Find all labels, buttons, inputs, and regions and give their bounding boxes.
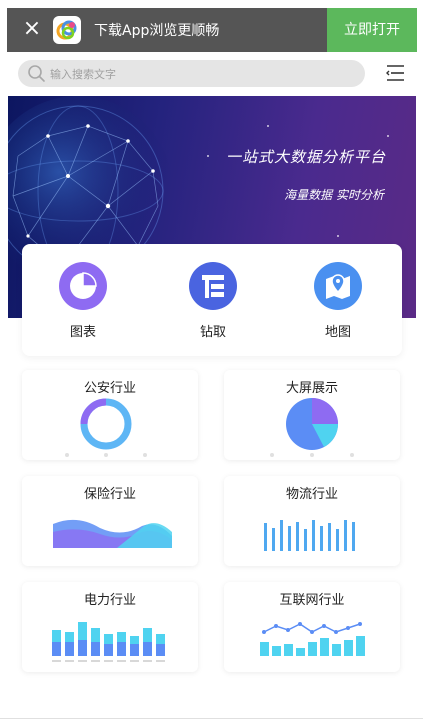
map-pin-icon bbox=[314, 262, 362, 310]
industry-card-power[interactable]: 电力行业 bbox=[22, 582, 198, 672]
app-logo-icon bbox=[53, 16, 81, 44]
industry-card-big-screen[interactable]: 大屏展示 bbox=[224, 370, 400, 460]
feature-chart[interactable]: 图表 bbox=[38, 262, 128, 340]
drill-icon bbox=[189, 262, 237, 310]
industry-card-insurance[interactable]: 保险行业 bbox=[22, 476, 198, 566]
banner-headline: 一站式大数据分析平台 bbox=[225, 148, 386, 166]
pie-chart-icon bbox=[59, 262, 107, 310]
pie-chart-preview bbox=[270, 398, 354, 457]
bar-chart-preview bbox=[264, 520, 355, 551]
bottom-divider bbox=[0, 718, 423, 719]
area-chart-preview bbox=[53, 519, 172, 548]
industry-card-internet[interactable]: 互联网行业 bbox=[224, 582, 400, 672]
open-app-button[interactable]: 立即打开 bbox=[327, 8, 417, 52]
download-app-banner: × 下载App浏览更顺畅 立即打开 bbox=[7, 8, 417, 52]
feature-shortcuts: 图表 钻取 地图 bbox=[22, 244, 402, 356]
industry-card-public-security[interactable]: 公安行业 bbox=[22, 370, 198, 460]
bar-line-chart-preview bbox=[260, 622, 365, 656]
feature-map-label: 地图 bbox=[324, 325, 351, 340]
feature-map[interactable]: 地图 bbox=[293, 262, 383, 340]
menu-icon[interactable] bbox=[384, 62, 406, 84]
feature-chart-label: 图表 bbox=[69, 325, 96, 340]
download-prompt-text: 下载App浏览更顺畅 bbox=[94, 23, 220, 39]
ring-chart-preview bbox=[65, 398, 147, 457]
close-icon[interactable]: × bbox=[21, 18, 43, 40]
banner-subline: 海量数据 实时分析 bbox=[284, 188, 384, 202]
stacked-bar-chart-preview bbox=[52, 622, 165, 662]
search-icon bbox=[28, 65, 45, 82]
industry-card-logistics[interactable]: 物流行业 bbox=[224, 476, 400, 566]
search-input[interactable]: 输入搜索文字 bbox=[18, 60, 365, 87]
feature-drill-label: 钻取 bbox=[199, 325, 226, 340]
search-placeholder: 输入搜索文字 bbox=[50, 68, 116, 81]
feature-drill[interactable]: 钻取 bbox=[168, 262, 258, 340]
